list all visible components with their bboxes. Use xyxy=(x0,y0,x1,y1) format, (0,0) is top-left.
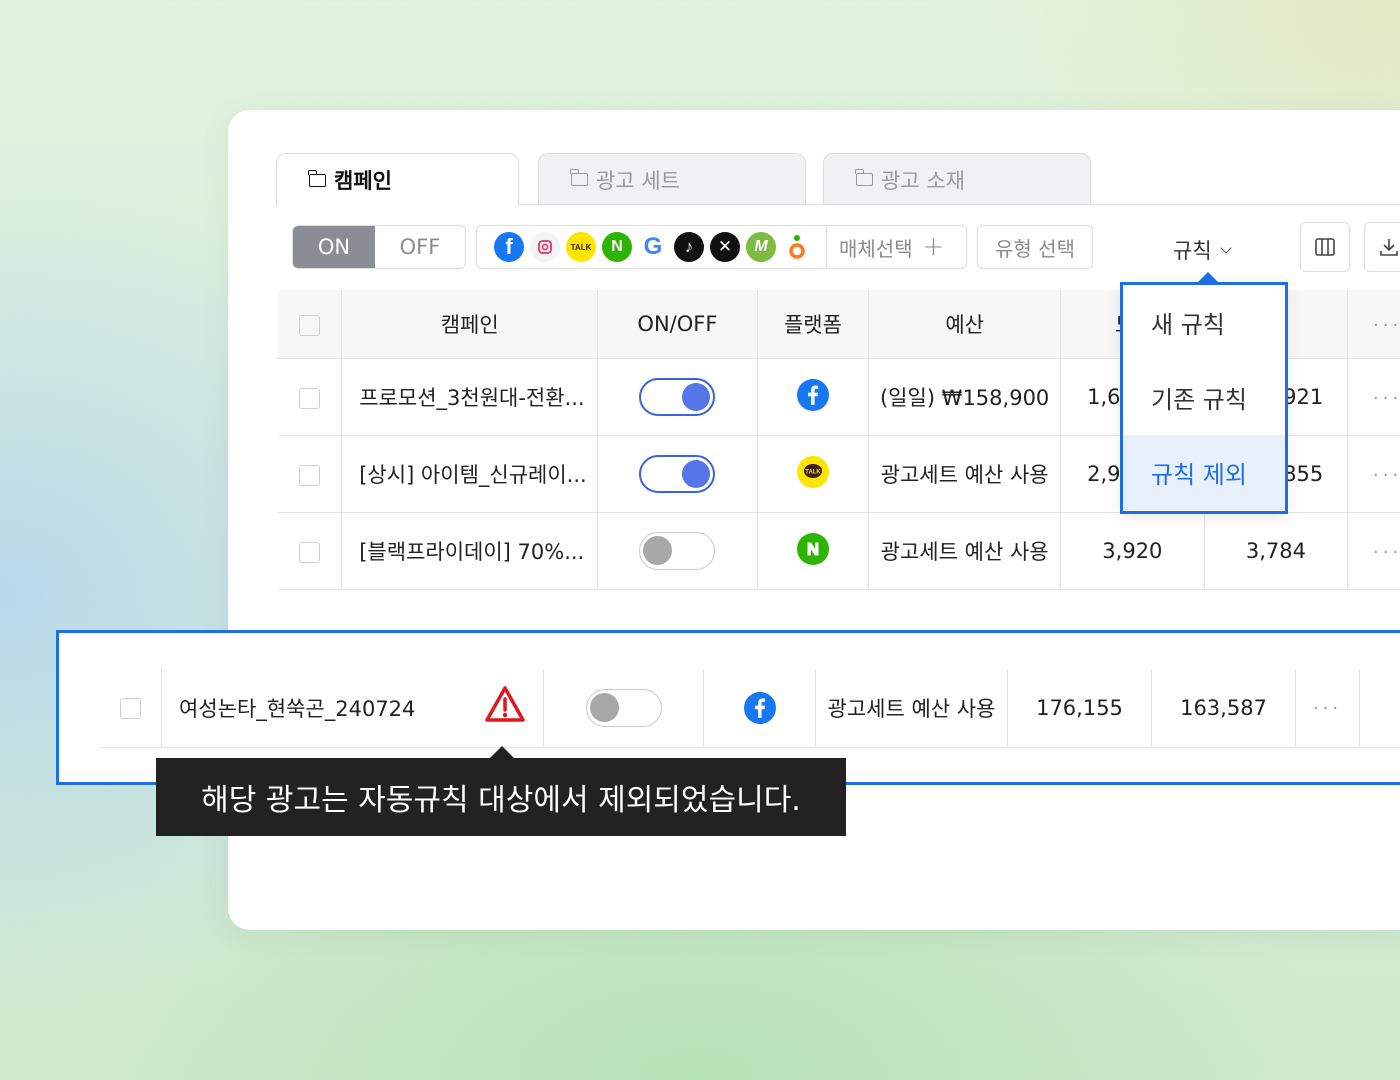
row-select-cell xyxy=(278,435,343,513)
campaign-name[interactable]: [블랙프라이데이] 70%... xyxy=(341,512,599,590)
row-checkbox[interactable] xyxy=(299,541,321,563)
tab-label: 광고 세트 xyxy=(596,168,680,193)
svg-text:TALK: TALK xyxy=(805,469,821,475)
campaign-name[interactable]: 프로모션_3천원대-전환... xyxy=(341,358,599,436)
row-checkbox[interactable] xyxy=(299,387,321,409)
header-platform[interactable]: 플랫폼 xyxy=(757,290,870,359)
tab-label: 캠페인 xyxy=(334,169,392,193)
select-all-checkbox[interactable] xyxy=(299,314,321,336)
mobon-icon[interactable]: M xyxy=(746,232,776,262)
platform-cell xyxy=(704,669,816,747)
table-row[interactable]: 여성논타_현쑥곤_240724 광고세트 예산 사용 176,155 163,5… xyxy=(99,669,1400,748)
empty-cell xyxy=(1360,669,1400,747)
tab-ad-set[interactable]: 광고 세트 xyxy=(538,153,806,205)
row-select-cell xyxy=(278,512,343,590)
toggle-cell xyxy=(597,512,758,590)
media-divider xyxy=(826,226,827,268)
metric-cell: 163,587 xyxy=(1152,669,1296,747)
folder-icon xyxy=(308,169,326,187)
x-icon[interactable]: ✕ xyxy=(710,232,740,262)
plus-icon[interactable]: + xyxy=(923,232,945,262)
facebook-icon xyxy=(743,692,776,724)
media-filter[interactable]: f TALK N G ♪ ✕ M 매체선택 + xyxy=(476,225,967,269)
type-select[interactable]: 유형 선택 xyxy=(977,225,1093,269)
select-all-cell xyxy=(278,290,343,359)
kakaotalk-icon: TALK xyxy=(796,455,829,488)
download-button[interactable] xyxy=(1364,222,1400,272)
rules-menu: 새 규칙 기존 규칙 규칙 제외 xyxy=(1120,272,1288,514)
menu-item-new-rule[interactable]: 새 규칙 xyxy=(1123,285,1285,360)
exclusion-tooltip: 해당 광고는 자동규칙 대상에서 제외되었습니다. xyxy=(156,746,846,836)
row-select-cell xyxy=(99,669,162,747)
row-more-button[interactable]: ··· xyxy=(1296,669,1360,747)
row-checkbox[interactable] xyxy=(299,464,321,486)
budget-cell: 광고세트 예산 사용 xyxy=(816,669,1008,747)
platform-cell xyxy=(757,512,870,590)
chevron-down-icon xyxy=(1219,242,1232,254)
metric-cell: 3,784 xyxy=(1204,512,1349,590)
on-off-toggle[interactable] xyxy=(639,378,716,416)
columns-icon xyxy=(1315,238,1335,256)
campaign-name[interactable]: 여성논타_현쑥곤_240724 xyxy=(179,693,415,723)
folder-icon xyxy=(855,169,873,186)
campaign-name-cell: 여성논타_현쑥곤_240724 xyxy=(162,669,544,747)
campaign-name[interactable]: [상시] 아이템_신규레이... xyxy=(341,435,599,513)
budget-cell: (일일) ₩158,900 xyxy=(868,358,1062,436)
tiktok-icon[interactable]: ♪ xyxy=(674,232,704,262)
budget-cell: 광고세트 예산 사용 xyxy=(868,512,1062,590)
carrot-icon[interactable] xyxy=(782,232,812,262)
tab-campaign[interactable]: 캠페인 xyxy=(276,153,519,206)
column-settings-button[interactable] xyxy=(1300,222,1350,272)
on-off-toggle[interactable] xyxy=(639,532,716,570)
tab-ad-creative[interactable]: 광고 소재 xyxy=(823,153,1091,205)
metric-cell: 3,920 xyxy=(1060,512,1205,590)
row-checkbox[interactable] xyxy=(119,697,141,719)
instagram-icon[interactable] xyxy=(530,232,560,262)
metric-cell: 176,155 xyxy=(1008,669,1152,747)
naver-icon xyxy=(796,532,829,565)
facebook-icon[interactable]: f xyxy=(494,232,524,262)
on-off-toggle[interactable] xyxy=(639,455,716,493)
header-budget[interactable]: 예산 xyxy=(868,290,1062,359)
rules-label: 규칙 xyxy=(1173,239,1212,263)
menu-item-existing-rule[interactable]: 기존 규칙 xyxy=(1123,360,1285,435)
row-select-cell xyxy=(278,358,343,436)
table-row[interactable]: [블랙프라이데이] 70%... 광고세트 예산 사용 3,920 3,784 … xyxy=(278,512,1400,590)
download-icon xyxy=(1380,239,1398,256)
row-more-button[interactable]: ··· xyxy=(1347,358,1400,436)
naver-icon[interactable]: N xyxy=(602,232,632,262)
facebook-icon xyxy=(796,378,829,411)
folder-icon xyxy=(570,169,588,186)
platform-cell: TALK xyxy=(757,435,870,513)
kakaotalk-icon[interactable]: TALK xyxy=(566,232,596,262)
row-more-button[interactable]: ··· xyxy=(1347,512,1400,590)
budget-cell: 광고세트 예산 사용 xyxy=(868,435,1062,513)
menu-item-exclude-rule[interactable]: 규칙 제외 xyxy=(1123,435,1285,510)
on-filter-button[interactable]: ON xyxy=(293,226,375,268)
off-filter-button[interactable]: OFF xyxy=(375,226,465,268)
google-icon[interactable]: G xyxy=(638,232,668,262)
rules-dropdown-button[interactable]: 규칙 xyxy=(1173,235,1232,265)
platform-cell xyxy=(757,358,870,436)
toggle-cell xyxy=(597,435,758,513)
header-campaign[interactable]: 캠페인 xyxy=(341,290,599,359)
on-off-filter: ON OFF xyxy=(292,225,466,269)
toggle-cell xyxy=(544,669,704,747)
toggle-cell xyxy=(597,358,758,436)
tab-label: 광고 소재 xyxy=(881,168,965,193)
header-more[interactable]: ··· xyxy=(1347,290,1400,359)
on-off-toggle[interactable] xyxy=(585,689,662,727)
row-more-button[interactable]: ··· xyxy=(1347,435,1400,513)
media-select-label: 매체선택 xyxy=(839,236,913,261)
warning-icon[interactable] xyxy=(484,685,526,723)
header-onoff[interactable]: ON/OFF xyxy=(597,290,758,359)
